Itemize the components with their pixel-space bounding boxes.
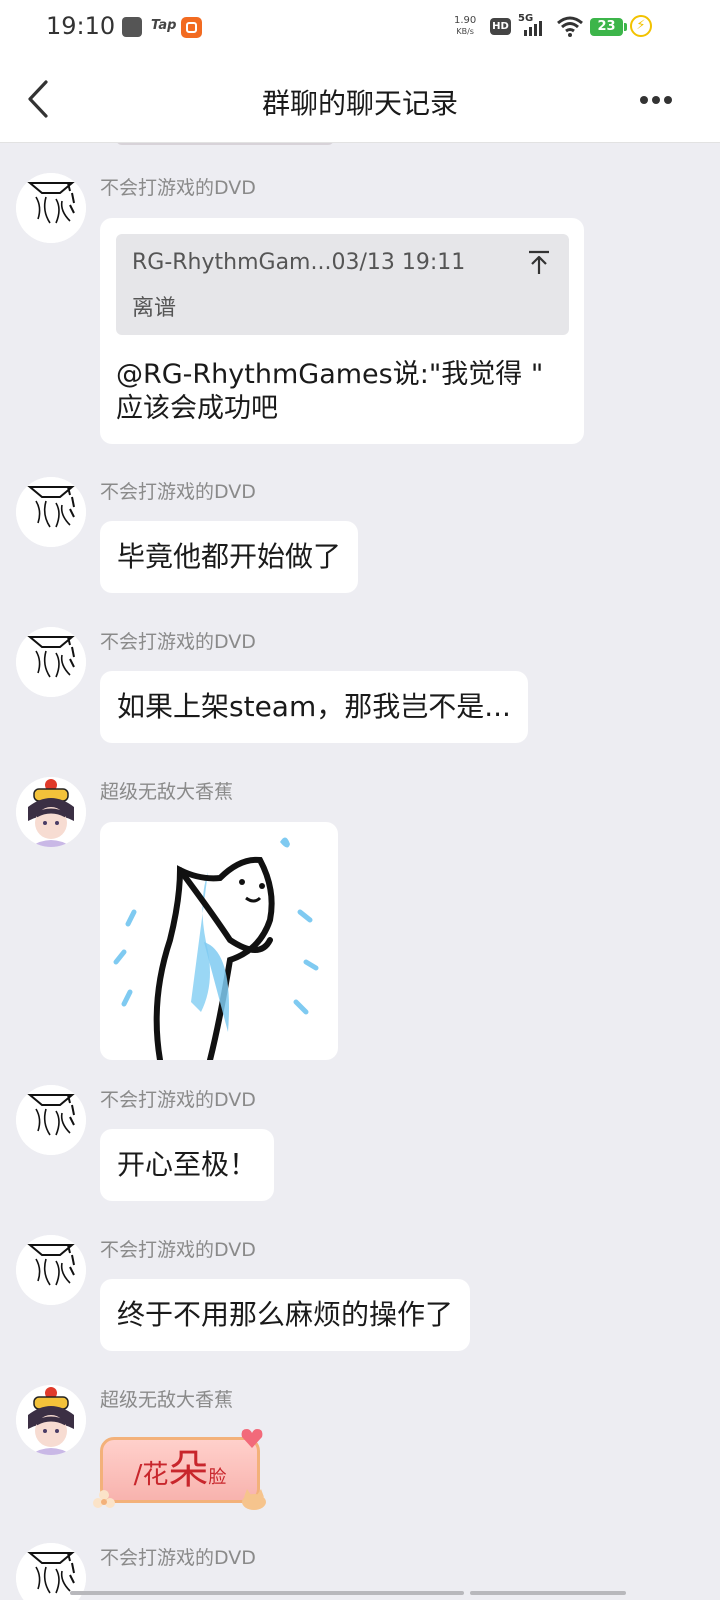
sender-name: 不会打游戏的DVD [100, 481, 256, 503]
orange-app-icon [181, 17, 202, 38]
sender-name: 不会打游戏的DVD [100, 1089, 256, 1111]
battery-icon: 23 [590, 18, 627, 36]
chat-message: 不会打游戏的DVD 开心至极！ [0, 1085, 720, 1205]
heart-icon [241, 1429, 263, 1448]
sender-name: 不会打游戏的DVD [100, 631, 256, 653]
network-speed: 1.90 KB/s [454, 15, 476, 37]
emoji-label-part: /花 [133, 1460, 169, 1490]
chat-header: 群聊的聊天记录 [0, 56, 720, 143]
message-bubble[interactable]: 开心至极！ [100, 1129, 275, 1201]
quote-meta: RG-RhythmGam...03/13 19:11 [132, 250, 466, 275]
chat-message: 超级无敌大香蕉 /花朵脸 [0, 1385, 720, 1535]
network-type-label: 5G [518, 13, 534, 24]
lightning-icon: ⚡ [630, 15, 652, 37]
message-text-line: @RG-RhythmGames说:"我觉得 " [116, 359, 544, 390]
chat-message: 不会打游戏的DVD 终于不用那么麻烦的操作了 [0, 1235, 720, 1355]
page-title: 群聊的聊天记录 [261, 87, 458, 120]
avatar[interactable] [16, 627, 86, 697]
avatar[interactable] [16, 1235, 86, 1305]
message-bubble[interactable]: 终于不用那么麻烦的操作了 [100, 1279, 471, 1351]
cat-icon [242, 1489, 266, 1510]
wifi-icon [556, 14, 584, 42]
sender-name: 不会打游戏的DVD [100, 1239, 256, 1261]
quote-message-bubble[interactable]: RG-RhythmGam...03/13 19:11 离谱 @RG-Rhythm… [100, 218, 584, 444]
quote-text: 离谱 [132, 296, 177, 321]
flower-face-emoji-sticker[interactable]: /花朵脸 [92, 1427, 272, 1519]
sender-name: 超级无敌大香蕉 [100, 781, 234, 803]
chat-message: 不会打游戏的DVD 毕竟他都开始做了 [0, 477, 720, 597]
status-bar: 19:10 Tap 1.90 KB/s HD 5G 23 ⚡ [0, 0, 720, 56]
bottom-scrollbar[interactable] [70, 1591, 626, 1595]
emoji-label-part: 朵 [168, 1447, 209, 1493]
message-bubble[interactable]: 如果上架steam，那我岂不是... [100, 671, 528, 743]
avatar[interactable] [16, 777, 86, 847]
avatar[interactable] [16, 477, 86, 547]
jump-to-original-icon[interactable] [526, 248, 552, 278]
avatar[interactable] [16, 1085, 86, 1155]
message-text-line: 应该会成功吧 [116, 393, 278, 424]
tap-app-icon: Tap [151, 18, 177, 33]
sender-name: 不会打游戏的DVD [100, 1547, 256, 1569]
sweating-cat-sticker-icon[interactable] [100, 822, 338, 1060]
emoji-label-part: 脸 [208, 1467, 227, 1488]
network-speed-unit: KB/s [456, 27, 474, 36]
message-text: @RG-RhythmGames说:"我觉得 " 应该会成功吧 [116, 358, 576, 426]
more-dots-icon[interactable] [634, 84, 678, 114]
avatar[interactable] [16, 173, 86, 243]
chat-message: 超级无敌大香蕉 [0, 777, 720, 1067]
status-time: 19:10 [46, 12, 116, 40]
square-app-icon [122, 17, 142, 37]
flower-icon [93, 1490, 115, 1508]
sender-name: 不会打游戏的DVD [100, 177, 256, 199]
quoted-message[interactable]: RG-RhythmGam...03/13 19:11 离谱 [116, 234, 569, 335]
hd-icon: HD [490, 18, 511, 35]
chat-message: 不会打游戏的DVD RG-RhythmGam...03/13 19:11 离谱 … [0, 173, 720, 453]
chat-history-list[interactable]: 不会打游戏的DVD RG-RhythmGam...03/13 19:11 离谱 … [0, 143, 720, 1600]
network-speed-value: 1.90 [454, 15, 477, 26]
signal-icon: 5G [518, 13, 548, 39]
chat-message: 不会打游戏的DVD 如果上架steam，那我岂不是... [0, 627, 720, 747]
message-bubble[interactable]: 毕竟他都开始做了 [100, 521, 359, 593]
sender-name: 超级无敌大香蕉 [100, 1389, 234, 1411]
avatar[interactable] [16, 1385, 86, 1455]
previous-image-fragment [116, 143, 334, 145]
